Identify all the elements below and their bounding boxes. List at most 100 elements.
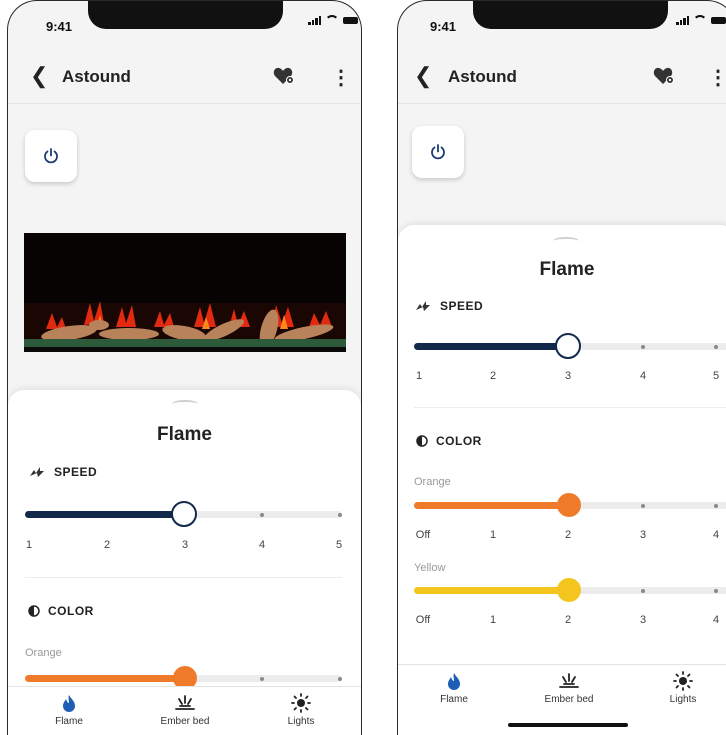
speed-tick-label: 4 <box>639 370 647 382</box>
speed-slider[interactable] <box>25 501 342 527</box>
bottom-tab-bar: Flame Ember bed Lights <box>398 664 726 735</box>
yellow-tick-label: 3 <box>639 614 647 626</box>
yellow-tick-label: 4 <box>712 614 720 626</box>
divider <box>25 577 342 578</box>
speed-tick-label: 2 <box>103 539 111 551</box>
tab-lights[interactable]: Lights <box>266 693 336 727</box>
ember-bed-icon <box>150 693 220 713</box>
signal-icon <box>676 15 689 25</box>
favorite-heart-icon[interactable] <box>273 67 295 90</box>
app-header: ❮ Astound ⋮ <box>8 53 361 104</box>
tab-ember-bed-label: Ember bed <box>160 716 210 727</box>
orange-slider[interactable] <box>414 493 726 517</box>
battery-icon <box>711 16 726 24</box>
page-title: Astound <box>62 67 131 86</box>
orange-tick-4 <box>338 676 342 681</box>
status-time: 9:41 <box>46 19 73 34</box>
power-button[interactable] <box>412 126 464 178</box>
color-label: COLOR <box>48 604 94 618</box>
yellow-slider[interactable] <box>414 578 726 602</box>
orange-slider-fill <box>25 675 183 682</box>
orange-tick-label: 4 <box>712 529 720 541</box>
yellow-label: Yellow <box>414 562 446 574</box>
orange-label: Orange <box>25 647 62 659</box>
page-title: Astound <box>448 67 517 86</box>
orange-tick-3 <box>260 676 264 681</box>
yellow-tick-label: 1 <box>489 614 497 626</box>
sheet-handle[interactable] <box>172 400 198 408</box>
orange-slider-thumb[interactable] <box>557 493 581 517</box>
yellow-tick-label: Off <box>415 614 431 626</box>
status-icons <box>676 15 726 25</box>
color-section-label: COLOR <box>416 434 482 448</box>
wifi-icon <box>325 15 339 25</box>
back-arrow-icon[interactable]: ❮ <box>414 63 432 89</box>
yellow-tick-label: 2 <box>564 614 572 626</box>
speed-tick-label: 3 <box>181 539 189 551</box>
speed-icon <box>416 301 430 311</box>
speed-tick-4 <box>260 512 264 517</box>
favorite-heart-icon[interactable] <box>653 67 675 90</box>
phone-screen-right: 9:41 ❮ Astound ⋮ Flame SPEED 1 2 3 4 5 C… <box>397 0 726 735</box>
orange-tick-label: Off <box>415 529 431 541</box>
panel-title: Flame <box>539 259 595 280</box>
speed-tick-label: 5 <box>335 539 343 551</box>
back-arrow-icon[interactable]: ❮ <box>30 63 48 89</box>
notch <box>88 1 283 29</box>
tab-flame-label: Flame <box>55 716 83 727</box>
speed-tick-label: 1 <box>25 539 33 551</box>
status-icons <box>308 15 358 25</box>
speed-tick-label: 5 <box>712 370 720 382</box>
fireplace-preview-image <box>24 233 346 352</box>
speed-tick-label: 4 <box>258 539 266 551</box>
tab-ember-bed[interactable]: Ember bed <box>150 693 220 727</box>
orange-slider[interactable] <box>25 666 342 690</box>
power-button[interactable] <box>25 130 77 182</box>
flame-settings-panel: Flame SPEED 1 2 3 4 5 COLOR Orange <box>8 390 361 735</box>
phone-screen-left: 9:41 ❮ Astound ⋮ Flame SPEED 1 2 3 4 5 C… <box>7 0 362 735</box>
flame-icon <box>419 671 489 691</box>
yellow-slider-thumb[interactable] <box>557 578 581 602</box>
notch <box>473 1 668 29</box>
speed-slider-fill <box>25 511 183 518</box>
yellow-tick-4 <box>714 588 718 593</box>
sheet-handle[interactable] <box>553 237 579 245</box>
power-icon <box>431 144 445 160</box>
speed-tick-4 <box>641 344 645 349</box>
tab-lights[interactable]: Lights <box>648 671 718 705</box>
bottom-tab-bar: Flame Ember bed Lights <box>8 686 361 735</box>
orange-tick-label: 3 <box>639 529 647 541</box>
status-time: 9:41 <box>430 19 457 34</box>
tab-ember-bed[interactable]: Ember bed <box>534 671 604 705</box>
color-icon <box>416 435 428 447</box>
tab-lights-label: Lights <box>669 694 697 705</box>
orange-tick-label: 2 <box>564 529 572 541</box>
speed-section-label: SPEED <box>28 465 97 479</box>
app-header: ❮ Astound ⋮ <box>398 53 726 104</box>
home-indicator[interactable] <box>508 723 628 727</box>
speed-tick-5 <box>714 344 718 349</box>
speed-slider-thumb[interactable] <box>171 501 197 527</box>
ember-bed-icon <box>534 671 604 691</box>
orange-tick-label: 1 <box>489 529 497 541</box>
speed-slider-fill <box>414 343 569 350</box>
more-options-icon[interactable]: ⋮ <box>708 65 726 90</box>
speed-slider[interactable] <box>414 333 726 359</box>
color-section-label: COLOR <box>28 604 94 618</box>
power-icon <box>44 148 58 164</box>
orange-tick-3 <box>641 503 645 508</box>
speed-tick-label: 3 <box>564 370 572 382</box>
tab-flame-label: Flame <box>440 694 468 705</box>
more-options-icon[interactable]: ⋮ <box>331 65 351 90</box>
speed-tick-label: 2 <box>489 370 497 382</box>
tab-ember-bed-label: Ember bed <box>544 694 594 705</box>
sun-icon <box>648 671 718 691</box>
tab-flame[interactable]: Flame <box>34 693 104 727</box>
tab-flame[interactable]: Flame <box>419 671 489 705</box>
yellow-tick-3 <box>641 588 645 593</box>
speed-slider-thumb[interactable] <box>555 333 581 359</box>
wifi-icon <box>693 15 707 25</box>
speed-section-label: SPEED <box>414 299 483 313</box>
speed-tick-5 <box>338 512 342 517</box>
flame-settings-panel: Flame SPEED 1 2 3 4 5 COLOR Orange <box>398 225 726 735</box>
